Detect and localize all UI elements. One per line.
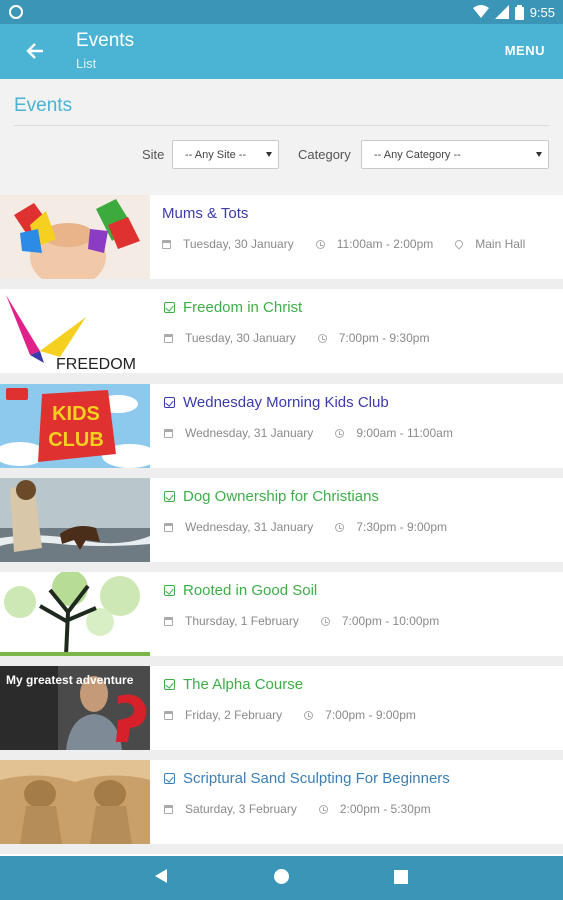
calendar-icon <box>164 804 173 814</box>
thumbnail-text: FREEDOM <box>56 356 136 373</box>
calendar-icon <box>164 616 173 626</box>
event-location: Main Hall <box>475 237 526 251</box>
event-date: Wednesday, 31 January <box>185 520 314 534</box>
event-time: 7:00pm - 9:30pm <box>338 331 430 345</box>
triangle-back-icon <box>155 869 167 883</box>
app-bar: Events List MENU <box>0 24 563 79</box>
checkbox-icon <box>164 679 175 690</box>
svg-text:CLUB: CLUB <box>48 429 104 451</box>
event-date: Wednesday, 31 January <box>185 426 314 440</box>
divider <box>14 125 549 126</box>
arrow-left-icon <box>26 43 43 59</box>
event-card[interactable]: Scriptural Sand Sculpting For Beginners … <box>0 760 563 844</box>
menu-button[interactable]: MENU <box>505 43 545 58</box>
app-bar-title: Events <box>76 30 135 51</box>
event-card[interactable]: Rooted in Good Soil Thursday, 1 February… <box>0 572 563 656</box>
checkbox-icon <box>164 585 175 596</box>
clock-icon <box>335 522 345 532</box>
filter-panel: Events Site -- Any Site -- Category -- A… <box>0 79 563 195</box>
event-title[interactable]: Freedom in Christ <box>164 299 302 316</box>
wifi-icon <box>472 5 489 18</box>
event-thumbnail-mums-tots <box>0 195 150 279</box>
system-navigation-bar <box>0 856 563 900</box>
event-time: 7:00pm - 10:00pm <box>341 614 440 628</box>
clock-icon <box>320 616 330 626</box>
category-label: Category <box>298 147 351 162</box>
calendar-icon <box>164 522 173 532</box>
square-recents-icon <box>394 870 408 884</box>
event-card[interactable]: Mums & Tots Tuesday, 30 January 11:00am … <box>0 195 563 279</box>
event-title[interactable]: Rooted in Good Soil <box>164 582 317 599</box>
event-card[interactable]: KIDS CLUB Wednesday Morning Kids Club We… <box>0 384 563 468</box>
clock-text: 9:55 <box>529 4 555 20</box>
site-select[interactable]: -- Any Site -- <box>172 140 279 169</box>
circle-home-icon <box>274 869 289 884</box>
location-pin-icon <box>453 238 465 250</box>
calendar-icon <box>164 333 173 343</box>
battery-icon <box>514 4 524 20</box>
calendar-icon <box>162 239 171 249</box>
back-button[interactable] <box>22 38 48 64</box>
clock-icon <box>315 239 325 249</box>
nav-home-button[interactable] <box>273 868 290 890</box>
event-title[interactable]: Dog Ownership for Christians <box>164 488 379 505</box>
event-date: Friday, 2 February <box>185 708 283 722</box>
nav-back-button[interactable] <box>154 868 168 889</box>
event-title[interactable]: Scriptural Sand Sculpting For Beginners <box>164 770 450 787</box>
checkbox-icon <box>164 773 175 784</box>
thumbnail-text: My greatest adventure <box>6 673 134 687</box>
status-bar: 9:55 <box>0 0 563 24</box>
event-time: 11:00am - 2:00pm <box>336 237 434 251</box>
event-thumbnail-kids-club: KIDS CLUB <box>0 384 150 468</box>
clock-icon <box>317 333 327 343</box>
site-select-value: -- Any Site -- <box>185 149 247 161</box>
event-card[interactable]: My greatest adventure The Alpha Course F… <box>0 666 563 750</box>
event-date: Tuesday, 30 January <box>183 237 294 251</box>
event-thumbnail-sand <box>0 760 150 844</box>
site-label: Site <box>142 147 165 162</box>
notification-icon <box>9 5 23 19</box>
event-date: Saturday, 3 February <box>185 802 297 816</box>
event-card[interactable]: Dog Ownership for Christians Wednesday, … <box>0 478 563 562</box>
event-title[interactable]: The Alpha Course <box>164 676 303 693</box>
clock-icon <box>304 710 314 720</box>
nav-recents-button[interactable] <box>394 870 408 889</box>
category-select[interactable]: -- Any Category -- <box>361 140 549 169</box>
calendar-icon <box>164 428 173 438</box>
caret-down-icon <box>536 152 542 157</box>
event-thumbnail-alpha: My greatest adventure <box>0 666 150 750</box>
event-thumbnail-dog <box>0 478 150 562</box>
checkbox-icon <box>164 491 175 502</box>
page-title: Events <box>14 95 73 116</box>
signal-icon <box>494 5 509 19</box>
event-title[interactable]: Mums & Tots <box>162 205 248 222</box>
clock-icon <box>335 428 345 438</box>
event-time: 7:00pm - 9:00pm <box>325 708 416 722</box>
event-date: Thursday, 1 February <box>185 614 299 628</box>
checkbox-icon <box>164 302 175 313</box>
event-time: 7:30pm - 9:00pm <box>356 520 448 534</box>
clock-icon <box>318 804 328 814</box>
category-select-value: -- Any Category -- <box>374 149 461 161</box>
event-thumbnail-freedom: FREEDOM <box>0 289 150 373</box>
checkbox-icon <box>164 397 175 408</box>
event-card[interactable]: FREEDOM Freedom in Christ Tuesday, 30 Ja… <box>0 289 563 373</box>
app-bar-subtitle: List <box>76 56 97 71</box>
caret-down-icon <box>266 152 272 157</box>
event-thumbnail-tree <box>0 572 150 656</box>
event-time: 9:00am - 11:00am <box>356 426 453 440</box>
event-time: 2:00pm - 5:30pm <box>339 802 431 816</box>
calendar-icon <box>164 710 173 720</box>
event-title[interactable]: Wednesday Morning Kids Club <box>164 394 389 411</box>
event-date: Tuesday, 30 January <box>185 331 296 345</box>
svg-text:KIDS: KIDS <box>52 403 100 425</box>
